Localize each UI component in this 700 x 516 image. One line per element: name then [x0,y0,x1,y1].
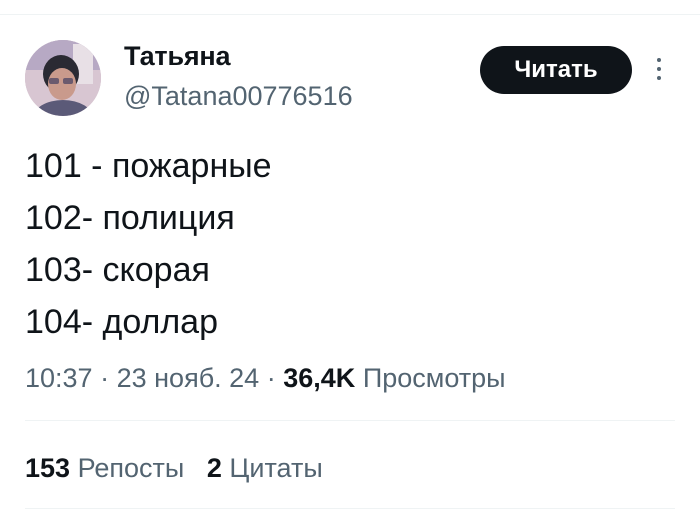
follow-button[interactable]: Читать [480,46,632,94]
quotes-label: Цитаты [229,453,323,483]
author-handle[interactable]: @Tatana00776516 [124,80,353,112]
tweet-text-line: 103- скорая [25,251,210,289]
reposts-label: Репосты [77,453,185,483]
reposts-stat[interactable]: 153 Репосты [25,453,192,483]
divider [25,508,675,509]
avatar[interactable] [25,40,101,116]
author-display-name[interactable]: Татьяна [124,40,231,72]
meta-separator: · [100,363,110,393]
tweet-date[interactable]: 23 нояб. 24 [117,363,260,393]
divider [25,420,675,421]
quotes-count: 2 [206,453,222,483]
reposts-count: 153 [25,453,71,483]
tweet-time[interactable]: 10:37 [25,363,93,393]
meta-separator: · [266,363,276,393]
tweet-text: 101 - пожарные 102- полиция 103- скорая … [25,140,665,348]
avatar-photo [25,40,101,116]
views-label: Просмотры [362,363,506,393]
tweet-text-line: 104- доллар [25,303,218,341]
top-divider [0,14,700,15]
tweet-meta: 10:37 · 23 нояб. 24 · 36,4K Просмотры [25,360,506,396]
more-vertical-icon[interactable] [652,58,666,84]
quotes-stat[interactable]: 2 Цитаты [207,453,323,483]
tweet-stats: 153 Репосты 2 Цитаты [25,450,323,486]
tweet-text-line: 102- полиция [25,199,235,237]
views-count: 36,4K [283,363,356,393]
tweet-text-line: 101 - пожарные [25,147,272,185]
